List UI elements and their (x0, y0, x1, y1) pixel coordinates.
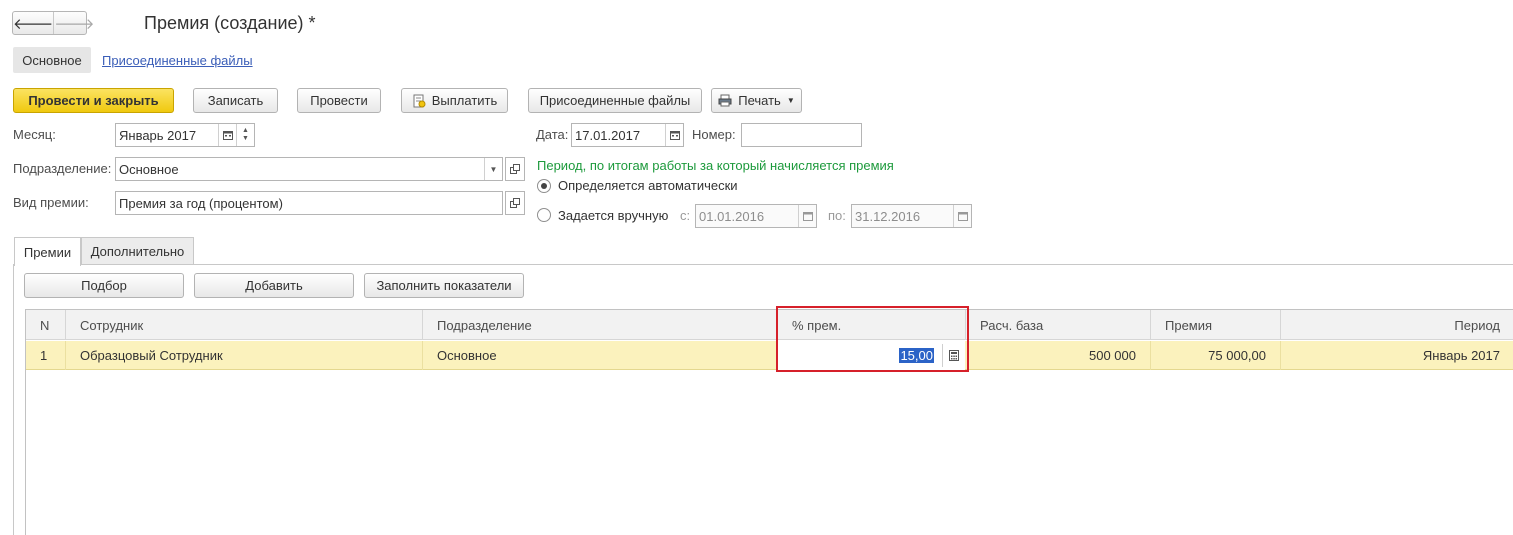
column-header-department[interactable]: Подразделение (423, 310, 778, 340)
calendar-icon[interactable] (218, 124, 236, 146)
department-open-button[interactable] (505, 157, 525, 181)
back-arrow-icon[interactable]: 🡐 (13, 12, 53, 34)
period-from-field[interactable]: 01.01.2016 (695, 204, 817, 228)
radio-manual-label[interactable]: Задается вручную (558, 208, 668, 223)
window-title: Премия (создание) * (144, 13, 316, 33)
department-value: Основное (119, 161, 179, 177)
cell-bonus[interactable]: 75 000,00 (1151, 341, 1281, 370)
post-and-close-button[interactable]: Провести и закрыть (13, 88, 174, 113)
period-note: Период, по итогам работы за который начи… (537, 158, 894, 173)
period-to-label: по: (828, 208, 846, 223)
table-header: N Сотрудник Подразделение % прем. Расч. … (26, 310, 1513, 340)
period-from-value: 01.01.2016 (699, 208, 765, 224)
table-row[interactable]: 1 Образцовый Сотрудник Основное 500 000 … (26, 341, 1513, 370)
spin-down-icon[interactable]: ▼ (242, 135, 249, 143)
print-button[interactable]: Печать ▼ (711, 88, 802, 113)
radio-auto[interactable] (537, 179, 551, 193)
open-window-icon (510, 162, 520, 177)
pick-button[interactable]: Подбор (24, 273, 184, 298)
calendar-icon[interactable] (665, 124, 683, 146)
column-header-bonus[interactable]: Премия (1151, 310, 1281, 340)
cell-base[interactable]: 500 000 (966, 341, 1151, 370)
date-value: 17.01.2017 (575, 127, 641, 143)
bonus-type-open-button[interactable] (505, 191, 525, 215)
pay-button-label: Выплатить (431, 93, 498, 108)
radio-manual[interactable] (537, 208, 551, 222)
post-button[interactable]: Провести (297, 88, 381, 113)
number-label: Номер: (692, 127, 736, 142)
period-to-field[interactable]: 31.12.2016 (851, 204, 972, 228)
tabs-divider (13, 264, 1513, 265)
date-field[interactable]: 17.01.2017 (571, 123, 684, 147)
open-window-icon (510, 196, 520, 211)
bonus-type-field[interactable]: Премия за год (процентом) (115, 191, 503, 215)
period-to-value: 31.12.2016 (855, 208, 921, 224)
tab-additional[interactable]: Дополнительно (81, 237, 194, 264)
printer-icon (718, 94, 732, 108)
bonus-type-label: Вид премии: (13, 195, 89, 210)
attached-files-button[interactable]: Присоединенные файлы (528, 88, 702, 113)
department-field[interactable]: Основное ▼ (115, 157, 503, 181)
cell-n[interactable]: 1 (26, 341, 66, 370)
spin-up-icon[interactable]: ▲ (242, 127, 249, 135)
dropdown-arrow-icon[interactable]: ▼ (484, 158, 502, 180)
highlight-frame (776, 306, 969, 372)
calendar-icon[interactable] (798, 205, 816, 227)
column-header-period[interactable]: Период (1281, 310, 1513, 340)
bonus-table: N Сотрудник Подразделение % прем. Расч. … (25, 309, 1513, 535)
number-field[interactable] (741, 123, 862, 147)
form-tab-main[interactable]: Основное (13, 47, 91, 73)
month-field[interactable]: Январь 2017 ▲ ▼ (115, 123, 255, 147)
department-label: Подразделение: (13, 161, 112, 176)
cell-period[interactable]: Январь 2017 (1281, 341, 1513, 370)
chevron-down-icon: ▼ (786, 96, 795, 105)
print-button-label: Печать (738, 93, 781, 108)
tab-panel-border (13, 264, 14, 535)
calendar-icon[interactable] (953, 205, 971, 227)
cell-employee[interactable]: Образцовый Сотрудник (66, 341, 423, 370)
month-spinner[interactable]: ▲ ▼ (236, 124, 254, 146)
column-header-n[interactable]: N (26, 310, 66, 340)
add-button[interactable]: Добавить (194, 273, 354, 298)
column-header-employee[interactable]: Сотрудник (66, 310, 423, 340)
column-header-base[interactable]: Расч. база (966, 310, 1151, 340)
tab-bonuses[interactable]: Премии (14, 237, 81, 266)
pay-icon (412, 94, 426, 108)
save-button[interactable]: Записать (193, 88, 278, 113)
radio-auto-label[interactable]: Определяется автоматически (558, 178, 738, 193)
date-label: Дата: (536, 127, 569, 142)
period-from-label: с: (680, 208, 691, 223)
forward-arrow-icon[interactable]: 🡒 (53, 12, 94, 34)
pay-button[interactable]: Выплатить (401, 88, 508, 113)
month-value: Январь 2017 (119, 127, 197, 143)
month-label: Месяц: (13, 127, 56, 142)
radio-selected-dot (541, 183, 547, 189)
bonus-type-value: Премия за год (процентом) (119, 195, 283, 211)
form-tab-attached-files[interactable]: Присоединенные файлы (102, 53, 253, 68)
fill-indicators-button[interactable]: Заполнить показатели (364, 273, 524, 298)
history-nav: 🡐 🡒 (12, 11, 94, 35)
cell-department[interactable]: Основное (423, 341, 778, 370)
